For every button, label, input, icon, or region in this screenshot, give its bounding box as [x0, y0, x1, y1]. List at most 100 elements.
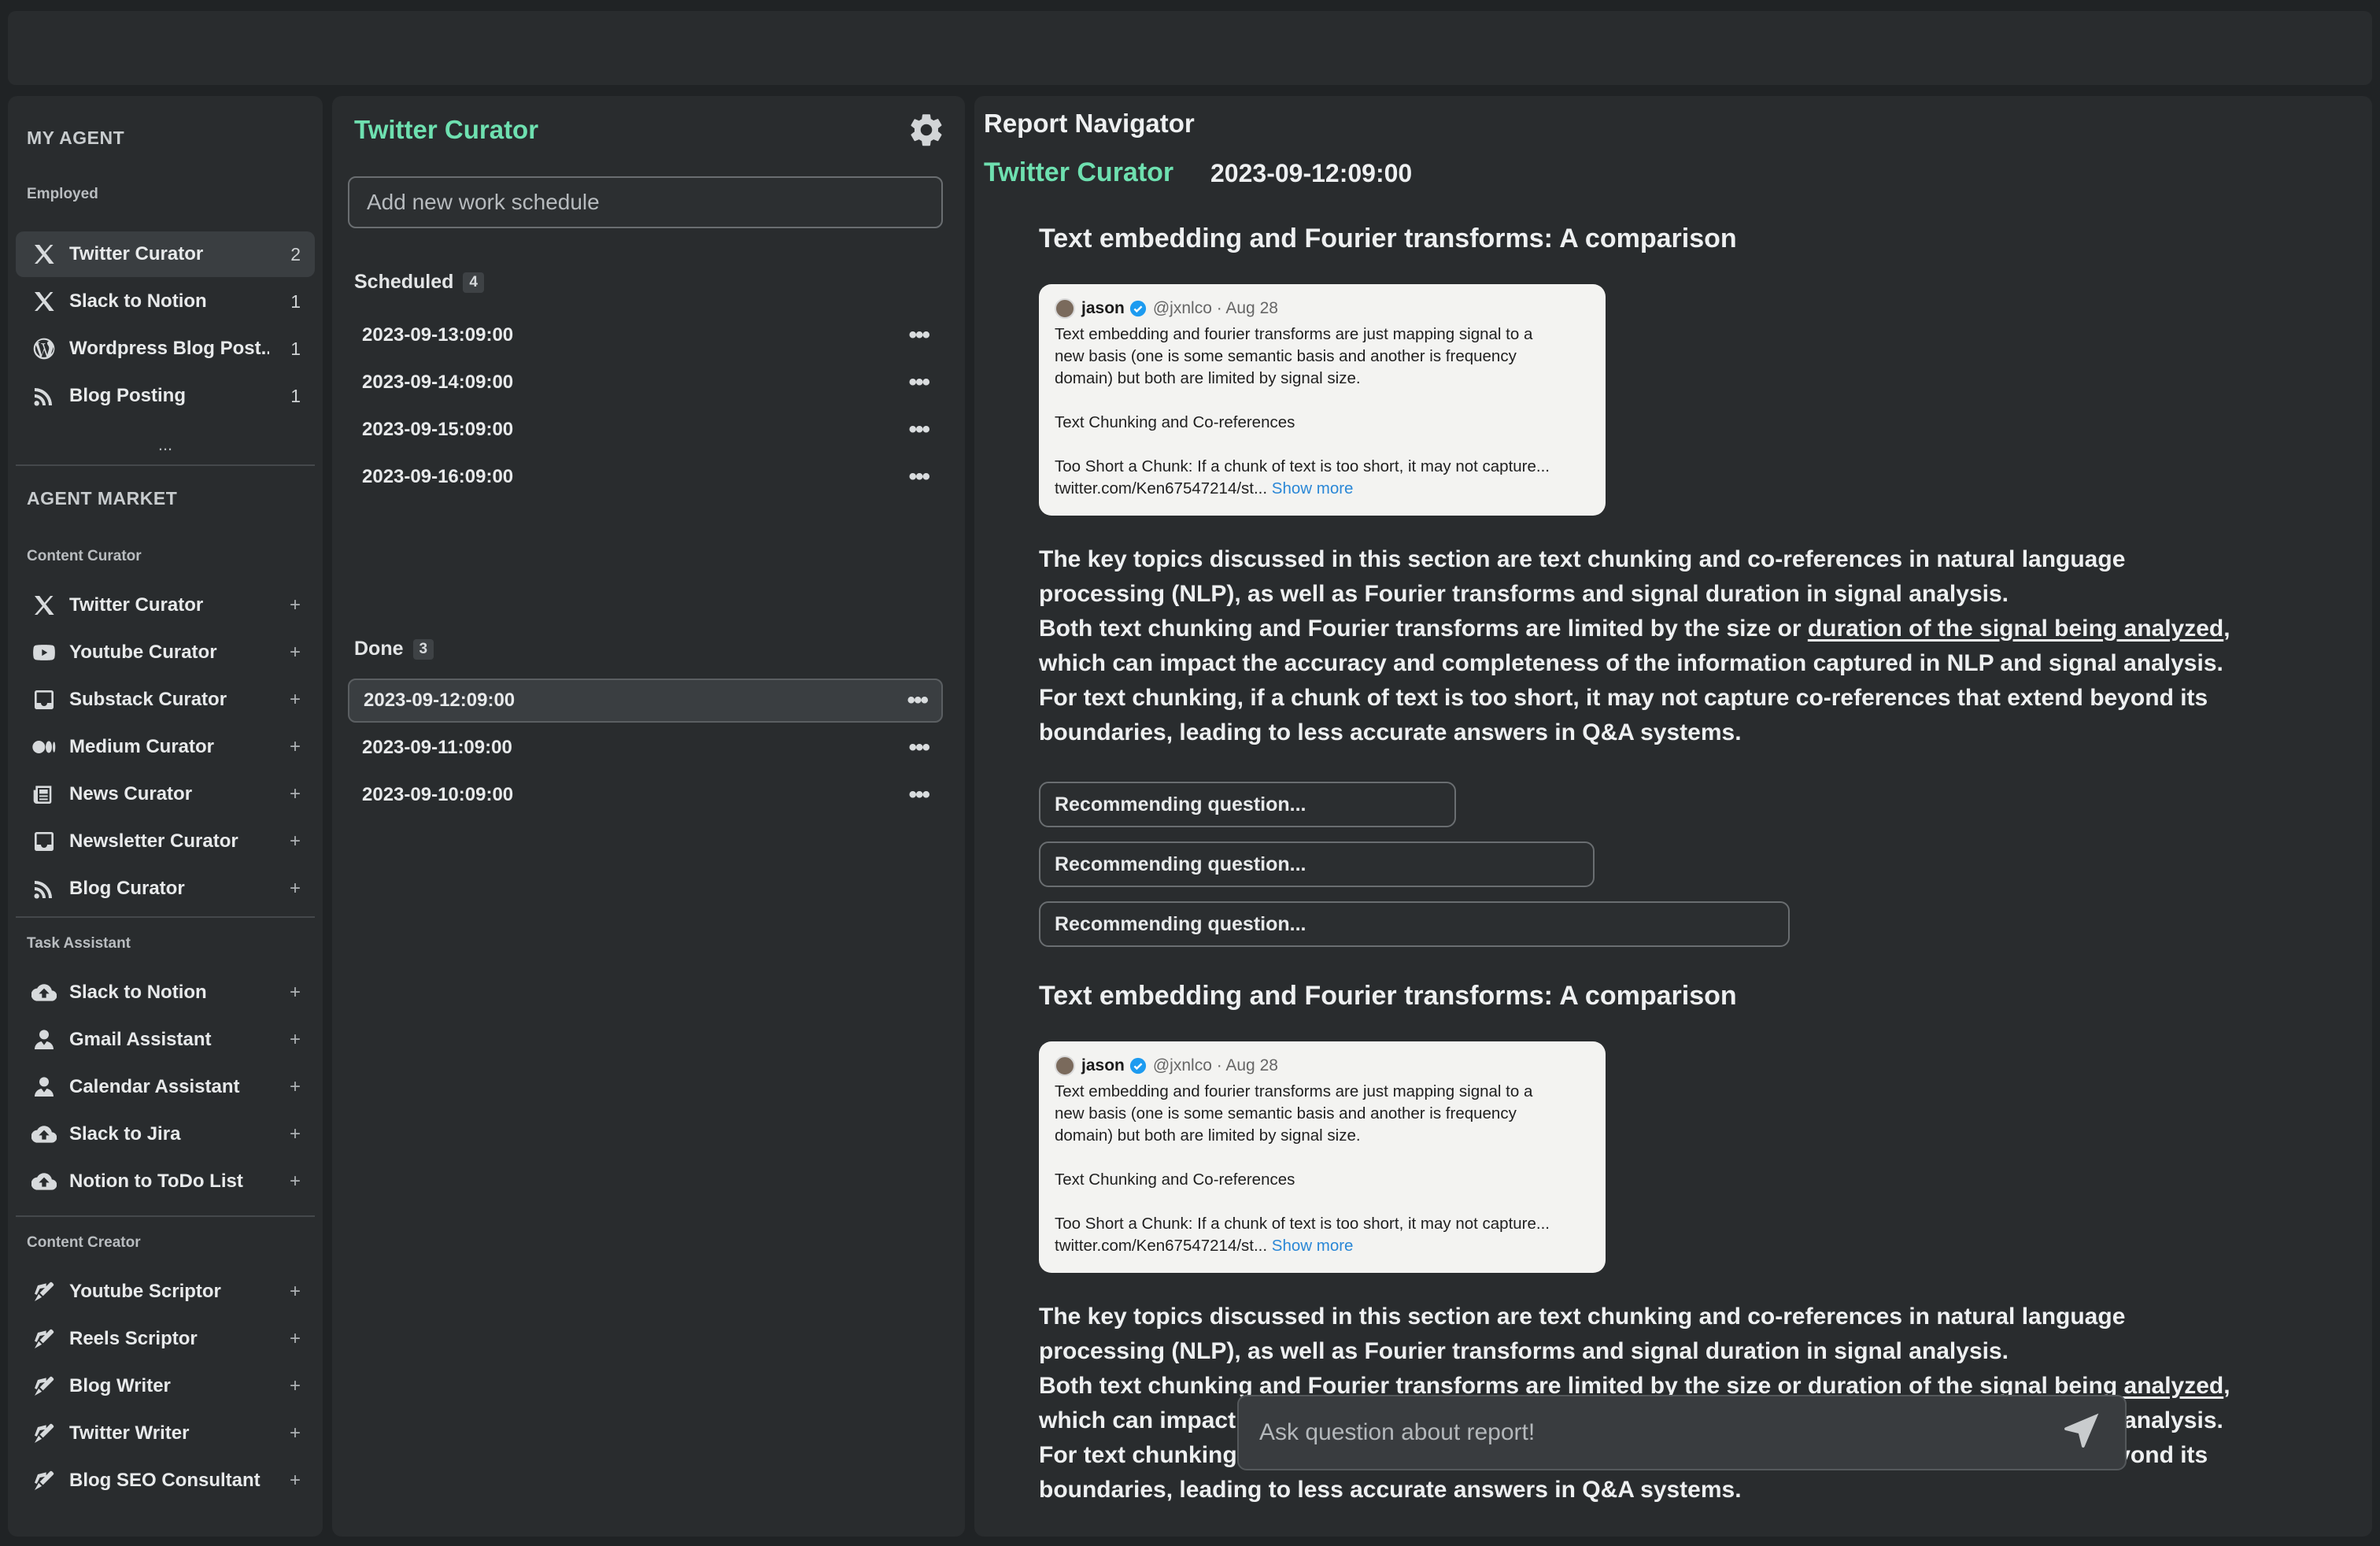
- more-options-icon[interactable]: •••: [908, 371, 929, 394]
- market-item-label: Blog Curator: [69, 878, 185, 899]
- sidebar-item-slack-to-notion[interactable]: Slack to Notion 1: [16, 279, 315, 324]
- market-item-substack-curator[interactable]: Substack Curator +: [16, 677, 315, 723]
- show-more-link[interactable]: Show more: [1272, 479, 1354, 497]
- send-icon[interactable]: [2060, 1409, 2108, 1456]
- market-item-twitter-curator[interactable]: Twitter Curator +: [16, 583, 315, 628]
- done-schedule-row[interactable]: 2023-09-12:09:00 •••: [348, 679, 943, 723]
- market-item-label: Reels Scriptor: [69, 1328, 198, 1349]
- add-agent-button[interactable]: +: [269, 1422, 301, 1444]
- market-item-label: Twitter Writer: [69, 1422, 190, 1444]
- scheduled-schedule-row[interactable]: 2023-09-16:09:00 •••: [348, 455, 943, 499]
- more-options-icon[interactable]: •••: [908, 783, 929, 807]
- market-item-blog-writer[interactable]: Blog Writer +: [16, 1363, 315, 1409]
- market-item-label: Blog SEO Consultant: [69, 1470, 261, 1491]
- market-item-medium-curator[interactable]: Medium Curator +: [16, 724, 315, 770]
- report-date: 2023-09-12:09:00: [1210, 159, 1413, 187]
- recommended-question-button[interactable]: Recommending question...: [1039, 841, 1595, 887]
- market-group-label: Content Curator: [27, 548, 142, 564]
- tweet-line: Text embedding and fourier transforms ar…: [1055, 1082, 1533, 1100]
- add-agent-button[interactable]: +: [269, 1076, 301, 1098]
- summary-highlight-link[interactable]: duration of the signal being analyzed: [1808, 616, 2223, 642]
- add-agent-button[interactable]: +: [269, 1171, 301, 1193]
- recommended-question-button[interactable]: Recommending question...: [1039, 782, 1456, 827]
- market-item-youtube-curator[interactable]: Youtube Curator +: [16, 630, 315, 675]
- section-heading: Text embedding and Fourier transforms: A…: [1039, 981, 1737, 1011]
- market-item-label: News Curator: [69, 783, 193, 804]
- done-schedule-row[interactable]: 2023-09-10:09:00 •••: [348, 773, 943, 817]
- market-item-notion-to-todo-list[interactable]: Notion to ToDo List +: [16, 1159, 315, 1204]
- done-schedule-row[interactable]: 2023-09-11:09:00 •••: [348, 726, 943, 770]
- report-count: 1: [290, 338, 301, 359]
- market-item-label: Newsletter Curator: [69, 830, 238, 852]
- x-logo-icon: [28, 590, 60, 621]
- add-agent-button[interactable]: +: [269, 878, 301, 900]
- sidebar-item-label: Blog Posting: [69, 385, 186, 406]
- tweet-body: Text embedding and fourier transforms ar…: [1055, 324, 1590, 500]
- market-item-twitter-writer[interactable]: Twitter Writer +: [16, 1411, 315, 1456]
- add-agent-button[interactable]: +: [269, 1281, 301, 1303]
- tweet-embed[interactable]: jason @jxnlco · Aug 28 Text embedding an…: [1039, 1041, 1606, 1273]
- show-more-link[interactable]: Show more: [1272, 1237, 1354, 1255]
- scheduled-schedule-row[interactable]: 2023-09-15:09:00 •••: [348, 408, 943, 452]
- gear-icon[interactable]: [907, 110, 946, 150]
- wordpress-icon: [28, 333, 60, 364]
- add-agent-button[interactable]: +: [269, 1123, 301, 1145]
- ask-question-input[interactable]: [1239, 1418, 2060, 1447]
- add-agent-button[interactable]: +: [269, 642, 301, 664]
- add-agent-button[interactable]: +: [269, 1328, 301, 1350]
- market-item-label: Blog Writer: [69, 1375, 171, 1396]
- add-agent-button[interactable]: +: [269, 594, 301, 616]
- schedule-panel: Twitter Curator Scheduled 4 2023-09-13:0…: [332, 96, 965, 1537]
- market-item-reels-scriptor[interactable]: Reels Scriptor +: [16, 1316, 315, 1362]
- pen-icon: [28, 1276, 60, 1307]
- scheduled-schedule-row[interactable]: 2023-09-14:09:00 •••: [348, 361, 943, 405]
- market-item-gmail-assistant[interactable]: Gmail Assistant +: [16, 1017, 315, 1063]
- add-agent-button[interactable]: +: [269, 1470, 301, 1492]
- sidebar-item-wordpress-blog-post[interactable]: Wordpress Blog Post... 1: [16, 326, 315, 372]
- section-heading: Text embedding and Fourier transforms: A…: [1039, 224, 1737, 253]
- tweet-handle: @jxnlco · Aug 28: [1152, 1056, 1278, 1074]
- add-agent-button[interactable]: +: [269, 689, 301, 711]
- tweet-link[interactable]: twitter.com/Ken67547214/st...: [1055, 1237, 1267, 1255]
- summary-paragraph: Both text chunking and Fourier transform…: [1039, 612, 2235, 681]
- sidebar-item-twitter-curator[interactable]: Twitter Curator 2: [16, 231, 315, 277]
- market-item-blog-curator[interactable]: Blog Curator +: [16, 866, 315, 912]
- ask-question-bar: [1237, 1395, 2127, 1470]
- recommended-question-button[interactable]: Recommending question...: [1039, 901, 1790, 947]
- market-item-label: Youtube Curator: [69, 642, 217, 663]
- market-item-label: Youtube Scriptor: [69, 1281, 221, 1302]
- market-item-news-curator[interactable]: News Curator +: [16, 771, 315, 817]
- market-item-newsletter-curator[interactable]: Newsletter Curator +: [16, 819, 315, 864]
- market-item-calendar-assistant[interactable]: Calendar Assistant +: [16, 1064, 315, 1110]
- more-options-icon[interactable]: •••: [907, 689, 928, 712]
- add-agent-button[interactable]: +: [269, 1029, 301, 1051]
- schedule-time: 2023-09-12:09:00: [364, 690, 516, 711]
- market-item-blog-seo-consultant[interactable]: Blog SEO Consultant +: [16, 1458, 315, 1503]
- schedule-time: 2023-09-13:09:00: [362, 324, 514, 346]
- add-agent-button[interactable]: +: [269, 783, 301, 805]
- tweet-body: Text embedding and fourier transforms ar…: [1055, 1081, 1590, 1257]
- add-agent-button[interactable]: +: [269, 830, 301, 853]
- new-schedule-input[interactable]: [348, 176, 943, 228]
- add-agent-button[interactable]: +: [269, 1375, 301, 1397]
- tweet-line: new basis (one is some semantic basis an…: [1055, 347, 1517, 365]
- market-item-slack-to-jira[interactable]: Slack to Jira +: [16, 1111, 315, 1157]
- summary-paragraph: For text chunking, if a chunk of text is…: [1039, 685, 2208, 745]
- tweet-line: Too Short a Chunk: If a chunk of text is…: [1055, 1215, 1550, 1233]
- tweet-link[interactable]: twitter.com/Ken67547214/st...: [1055, 479, 1267, 497]
- avatar: [1055, 298, 1075, 319]
- market-item-youtube-scriptor[interactable]: Youtube Scriptor +: [16, 1269, 315, 1315]
- tweet-header: jason @jxnlco · Aug 28: [1055, 1056, 1590, 1076]
- more-options-icon[interactable]: •••: [908, 465, 929, 489]
- sidebar-item-blog-posting[interactable]: Blog Posting 1: [16, 373, 315, 419]
- add-agent-button[interactable]: +: [269, 736, 301, 758]
- scheduled-schedule-row[interactable]: 2023-09-13:09:00 •••: [348, 313, 943, 357]
- add-agent-button[interactable]: +: [269, 982, 301, 1004]
- more-options-icon[interactable]: •••: [908, 418, 929, 442]
- my-agent-heading: MY AGENT: [27, 128, 125, 148]
- more-options-icon[interactable]: •••: [908, 324, 929, 347]
- more-options-icon[interactable]: •••: [908, 736, 929, 760]
- tweet-embed[interactable]: jason @jxnlco · Aug 28 Text embedding an…: [1039, 284, 1606, 516]
- more-agents-ellipsis[interactable]: ...: [8, 435, 323, 455]
- market-item-slack-to-notion[interactable]: Slack to Notion +: [16, 970, 315, 1015]
